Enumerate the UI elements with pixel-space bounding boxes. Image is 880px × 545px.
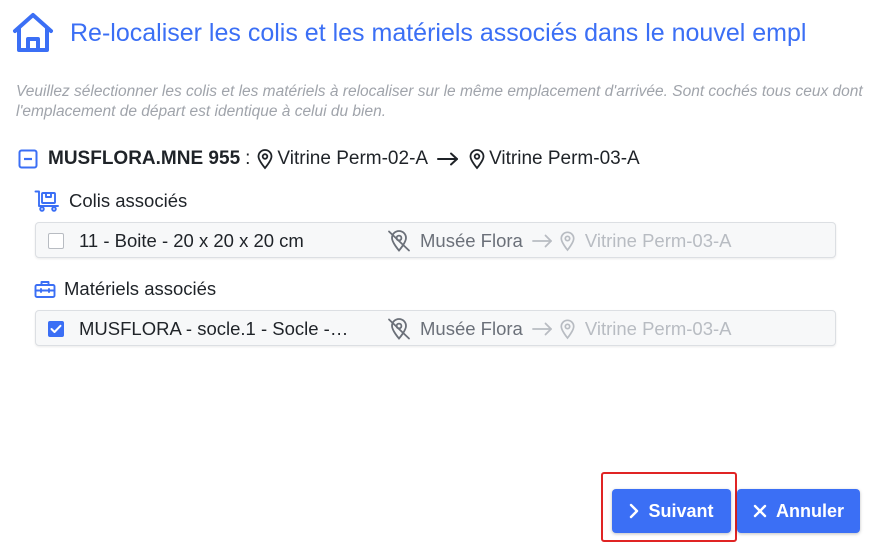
dialog-title: Re-localiser les colis et les matériels …	[70, 18, 807, 47]
collapse-icon[interactable]	[18, 149, 38, 169]
bien-code: MUSFLORA.MNE 955	[48, 148, 241, 169]
chevron-right-icon	[629, 503, 639, 519]
materiel-item-label: MUSFLORA - socle.1 - Socle -…	[79, 318, 349, 339]
colis-section-heading: Colis associés	[34, 190, 187, 212]
check-icon	[50, 324, 62, 333]
colis-item-checkbox[interactable]	[48, 233, 64, 249]
home-icon	[10, 10, 56, 56]
materiel-item-checkbox[interactable]	[48, 321, 64, 337]
materiels-heading-label: Matériels associés	[64, 278, 217, 299]
arrow-right-icon	[531, 234, 553, 248]
colis-item-locations: Musée Flora Vitrine Perm-03-A	[386, 228, 732, 254]
bien-to-location: Vitrine Perm-03-A	[489, 148, 640, 169]
materiel-item-to: Vitrine Perm-03-A	[584, 318, 732, 339]
colis-item-from: Musée Flora	[420, 230, 523, 251]
location-off-icon	[386, 317, 412, 341]
location-pin-icon	[468, 148, 486, 170]
materiel-item-locations: Musée Flora Vitrine Perm-03-A	[386, 316, 732, 342]
bien-from-location: Vitrine Perm-02-A	[277, 148, 429, 169]
close-icon	[753, 504, 767, 518]
cancel-button[interactable]: Annuler	[737, 489, 860, 533]
materiel-item-row[interactable]: MUSFLORA - socle.1 - Socle -… Musée Flor…	[35, 310, 836, 346]
bien-row: MUSFLORA.MNE 955 : Vitrine Perm-02-A Vit…	[18, 146, 640, 172]
package-cart-icon	[34, 190, 60, 212]
next-button[interactable]: Suivant	[612, 489, 731, 533]
colis-item-label: 11 - Boite - 20 x 20 x 20 cm	[79, 230, 304, 251]
materiels-section-heading: Matériels associés	[34, 278, 216, 300]
colis-item-to: Vitrine Perm-03-A	[584, 230, 732, 251]
instructions-text: Veuillez sélectionner les colis et les m…	[16, 83, 863, 120]
bien-separator: :	[245, 148, 251, 169]
arrow-right-icon	[437, 152, 459, 166]
location-pin-icon	[559, 230, 576, 252]
cancel-button-label: Annuler	[775, 500, 844, 521]
colis-item-row[interactable]: 11 - Boite - 20 x 20 x 20 cm Musée Flora…	[35, 222, 836, 258]
colis-heading-label: Colis associés	[69, 190, 188, 211]
location-off-icon	[386, 229, 412, 253]
arrow-right-icon	[531, 322, 553, 336]
location-pin-icon	[559, 318, 576, 340]
toolbox-icon	[34, 278, 56, 300]
next-button-label: Suivant	[648, 500, 714, 521]
dialog-header: Re-localiser les colis et les matériels …	[10, 8, 880, 58]
location-pin-icon	[256, 148, 274, 170]
materiel-item-from: Musée Flora	[420, 318, 523, 339]
